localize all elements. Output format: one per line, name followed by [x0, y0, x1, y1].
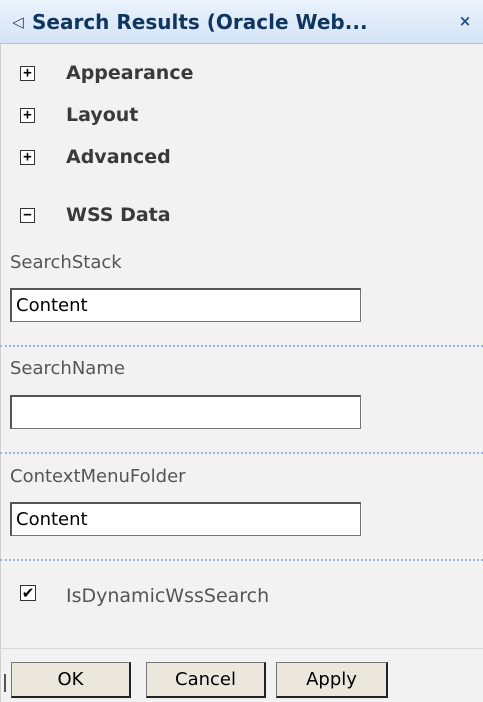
section-advanced[interactable]: + Advanced: [0, 138, 483, 178]
tool-pane: ◁ Search Results (Oracle Web... × + Appe…: [0, 0, 483, 702]
search-name-input[interactable]: [10, 395, 361, 429]
pane-title: Search Results (Oracle Web...: [32, 10, 368, 34]
section-label-advanced[interactable]: Advanced: [66, 146, 171, 168]
section-label-layout[interactable]: Layout: [66, 104, 138, 126]
search-stack-input[interactable]: [10, 288, 361, 322]
expand-icon[interactable]: +: [20, 66, 35, 81]
search-stack-label: SearchStack: [10, 252, 122, 273]
separator: [0, 452, 483, 454]
is-dynamic-wss-search-label[interactable]: IsDynamicWssSearch: [66, 585, 269, 607]
is-dynamic-wss-search-checkbox[interactable]: ✔: [20, 585, 36, 601]
section-label-wss-data[interactable]: WSS Data: [66, 204, 171, 226]
expand-icon[interactable]: +: [20, 150, 35, 165]
button-bar-divider: [0, 648, 483, 649]
search-name-label: SearchName: [10, 358, 125, 379]
collapse-arrow-icon[interactable]: ◁: [10, 12, 26, 32]
section-layout[interactable]: + Layout: [0, 96, 483, 136]
context-menu-folder-input[interactable]: [10, 502, 361, 536]
context-menu-folder-label: ContextMenuFolder: [10, 466, 186, 487]
cancel-button[interactable]: Cancel: [146, 662, 266, 698]
apply-button[interactable]: Apply: [276, 662, 388, 698]
title-bar: ◁ Search Results (Oracle Web... ×: [0, 0, 483, 44]
separator: [0, 559, 483, 561]
section-appearance[interactable]: + Appearance: [0, 54, 483, 94]
edge-marker: [4, 674, 6, 692]
close-icon[interactable]: ×: [455, 10, 475, 32]
ok-button[interactable]: OK: [11, 662, 131, 698]
section-label-appearance[interactable]: Appearance: [66, 62, 193, 84]
separator: [0, 345, 483, 347]
section-wss-data[interactable]: − WSS Data: [0, 196, 483, 236]
collapse-icon[interactable]: −: [20, 208, 35, 223]
expand-icon[interactable]: +: [20, 108, 35, 123]
